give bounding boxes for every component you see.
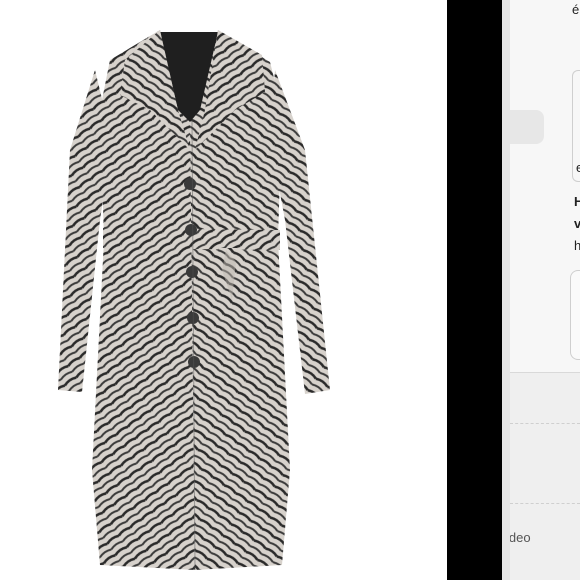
right-panel: é e H v h ideo: [510, 0, 580, 580]
black-divider: [447, 0, 502, 580]
dashed-divider: [510, 503, 580, 504]
coat-product-image[interactable]: [0, 0, 447, 580]
coat-button-2: [185, 224, 197, 236]
product-image-area: [0, 0, 447, 580]
coat-button-1: [184, 178, 196, 190]
video-label[interactable]: ideo: [510, 530, 531, 545]
coat-button-3: [186, 266, 198, 278]
panel-top-char: é: [572, 2, 580, 17]
panel-text-v: v: [574, 216, 580, 231]
dashed-divider: [510, 423, 580, 424]
panel-frame-lower: [570, 270, 580, 360]
gap-strip: [502, 0, 510, 580]
panel-text-e: e: [576, 160, 580, 175]
panel-text-h2: h: [574, 238, 580, 253]
panel-text-h: H: [574, 194, 580, 209]
panel-pill-button[interactable]: [510, 110, 544, 144]
panel-card: é e H v h: [510, 0, 580, 373]
panel-lower: [510, 373, 580, 580]
